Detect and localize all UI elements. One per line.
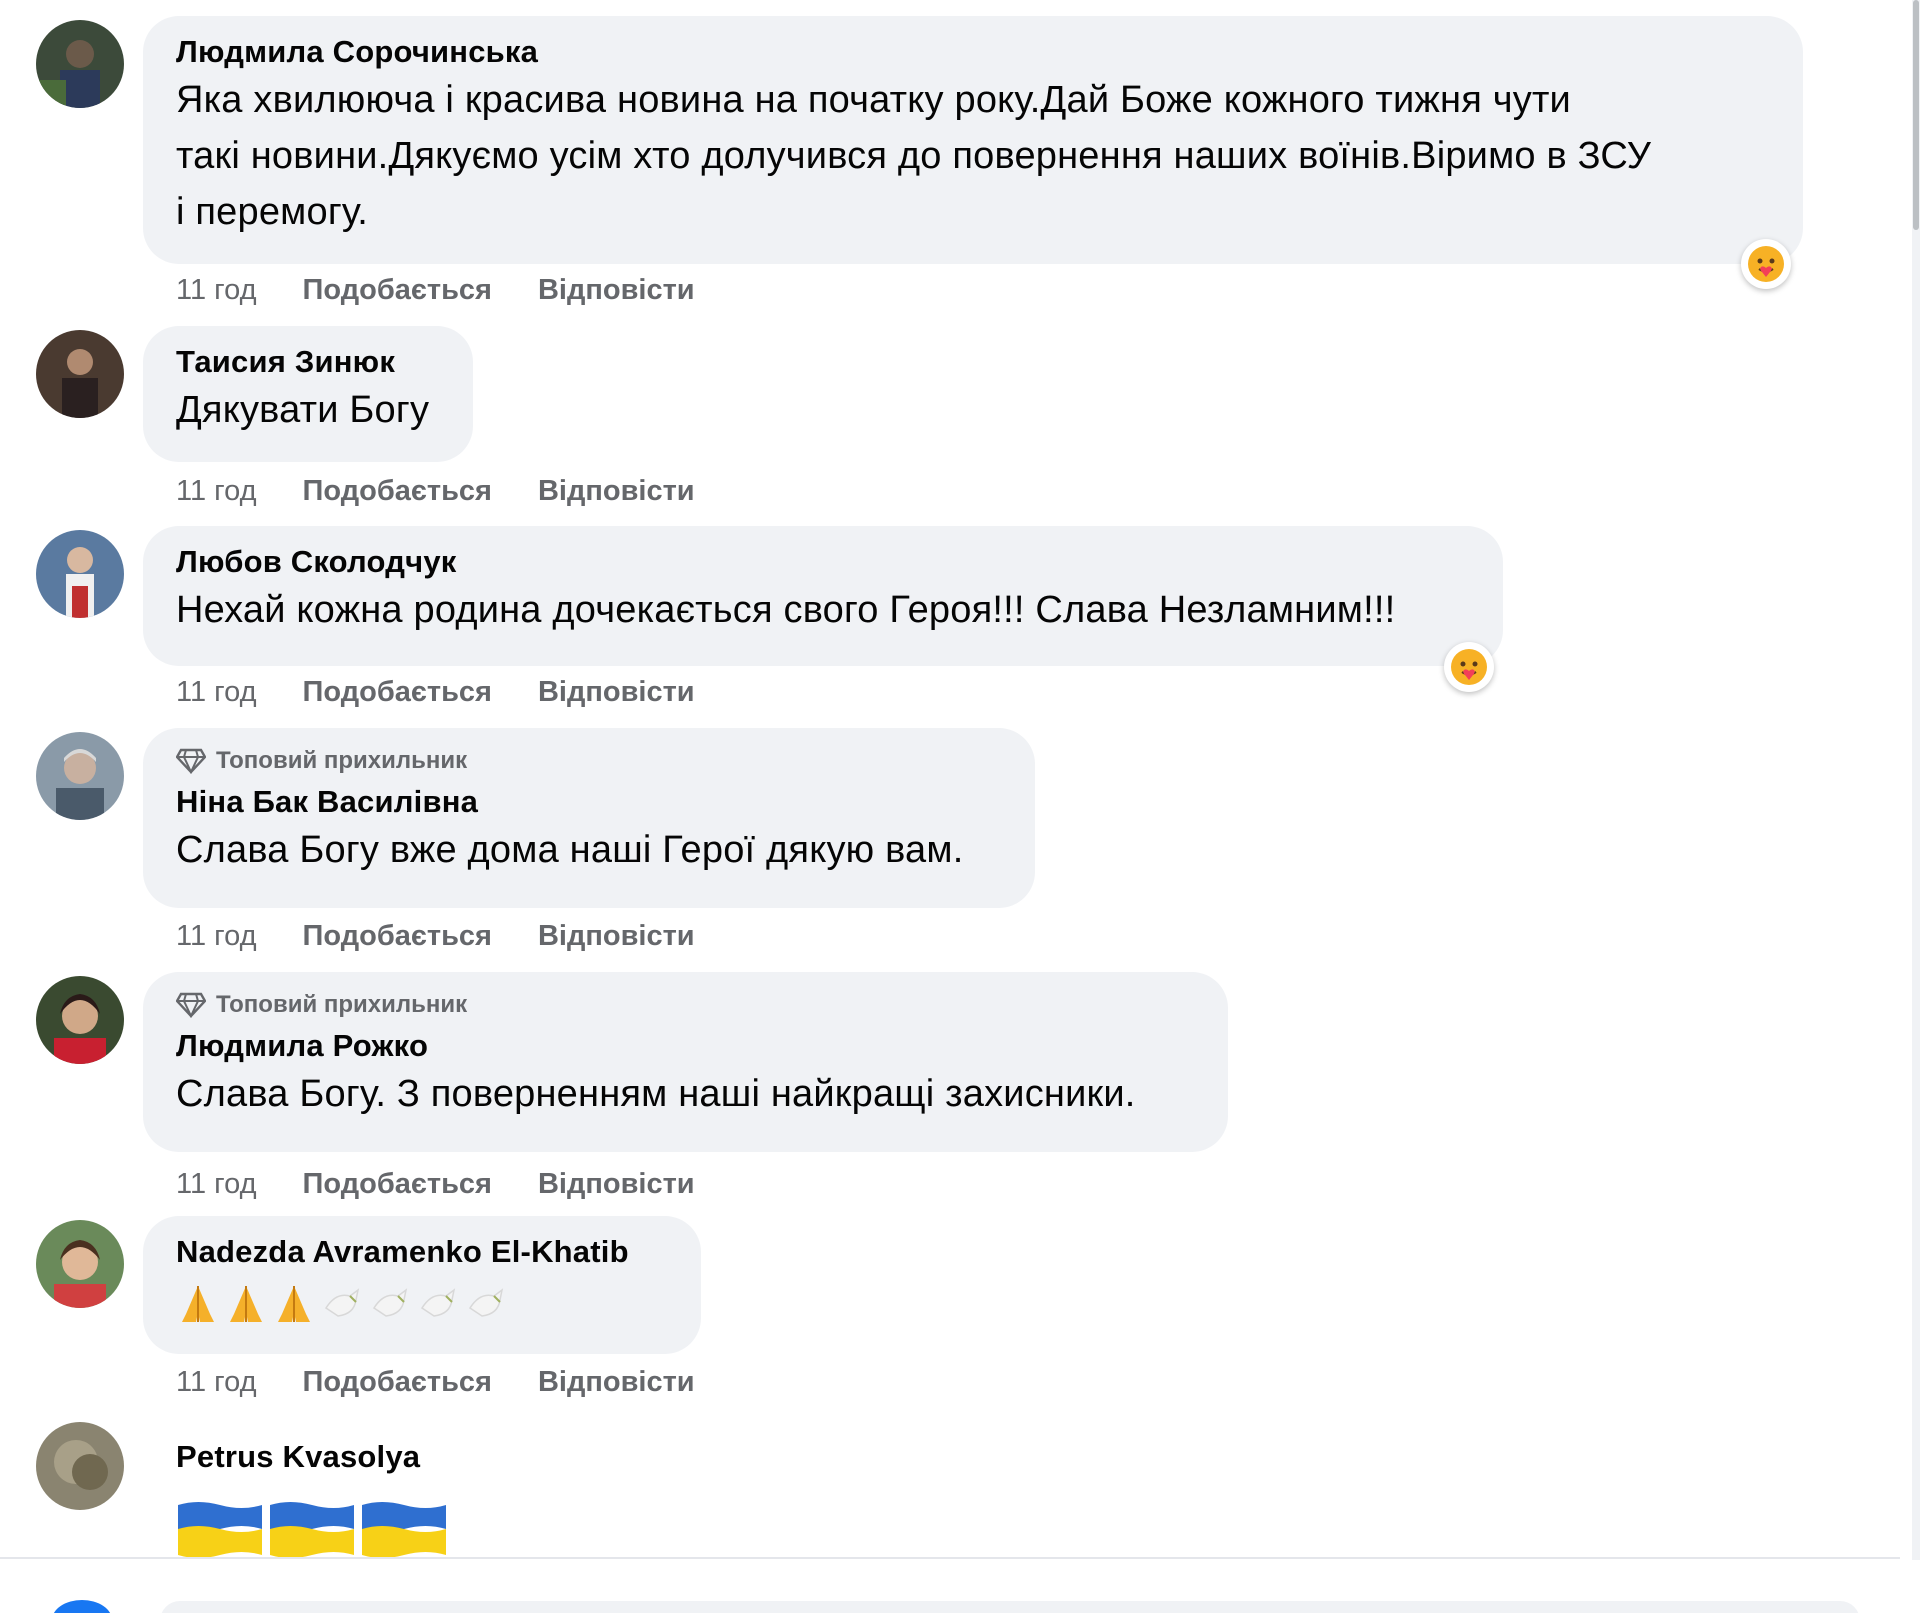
comment-bubble: Топовий прихильник Людмила Рожко Слава Б… [143, 972, 1228, 1152]
reply-button[interactable]: Відповісти [538, 270, 695, 310]
avatar[interactable] [36, 732, 124, 820]
ukraine-flag-icon [362, 1502, 446, 1558]
reply-button[interactable]: Відповісти [538, 471, 695, 511]
comment-bubble: Любов Сколодчук Нехай кожна родина дочек… [143, 526, 1503, 666]
author-name[interactable]: Petrus Kvasolya [176, 1437, 448, 1477]
author-name[interactable]: Людмила Рожко [176, 1026, 1195, 1066]
top-fan-badge[interactable]: Топовий прихильник [176, 988, 1195, 1022]
comment-text: Слава Богу. З поверненням наші найкращі … [176, 1073, 1136, 1115]
avatar[interactable] [36, 1422, 124, 1510]
folded-hands-icon [278, 1286, 310, 1322]
top-fan-badge[interactable]: Топовий прихильник [176, 744, 1002, 778]
diamond-icon [176, 992, 206, 1018]
author-name[interactable]: Таисия Зинюк [176, 342, 440, 382]
timestamp[interactable]: 11 год [176, 270, 257, 310]
diamond-icon [176, 748, 206, 774]
dove-icon [324, 1288, 360, 1317]
comment-text: Слава Богу вже дома наші Герої дякую вам… [176, 829, 964, 871]
care-reaction-icon[interactable] [1741, 239, 1791, 289]
timestamp[interactable]: 11 год [176, 471, 257, 511]
scrollbar[interactable] [1912, 0, 1920, 1560]
avatar[interactable] [36, 1220, 124, 1308]
timestamp[interactable]: 11 год [176, 1164, 257, 1204]
reply-button[interactable]: Відповісти [538, 1362, 695, 1402]
comment-actions: 11 год Подобається Відповісти [176, 672, 695, 712]
emoji-row [176, 1282, 668, 1326]
author-name[interactable]: Nadezda Avramenko El-Khatib [176, 1232, 668, 1272]
comment-actions: 11 год Подобається Відповісти [176, 1164, 695, 1204]
badge-label: Топовий прихильник [216, 747, 468, 774]
ukraine-flag-icon [178, 1502, 262, 1558]
timestamp[interactable]: 11 год [176, 672, 257, 712]
like-button[interactable]: Подобається [303, 916, 492, 956]
comment-bubble: Топовий прихильник Ніна Бак Василівна Сл… [143, 728, 1035, 908]
badge-label: Топовий прихильник [216, 991, 468, 1018]
like-button[interactable]: Подобається [303, 672, 492, 712]
emoji-row [176, 1499, 448, 1559]
comment-bubble: Nadezda Avramenko El-Khatib [143, 1216, 701, 1354]
dove-icon [372, 1288, 408, 1317]
like-button[interactable]: Подобається [303, 1164, 492, 1204]
avatar[interactable] [36, 20, 124, 108]
scrollbar-thumb[interactable] [1913, 0, 1919, 230]
comment-bubble [160, 1601, 1860, 1613]
comment-text: і перемогу. [176, 191, 369, 233]
reply-button[interactable]: Відповісти [538, 672, 695, 712]
care-reaction-icon[interactable] [1444, 642, 1494, 692]
timestamp[interactable]: 11 год [176, 916, 257, 956]
comment-text: Нехай кожна родина дочекається свого Гер… [176, 589, 1396, 631]
comment-actions: 11 год Подобається Відповісти [176, 471, 695, 511]
comment-actions: 11 год Подобається Відповісти [176, 270, 695, 310]
folded-hands-icon [230, 1286, 262, 1322]
comment-text: Дякувати Богу [176, 389, 430, 431]
ukraine-flag-icon [270, 1502, 354, 1558]
avatar[interactable] [36, 530, 124, 618]
dove-icon [420, 1288, 456, 1317]
reply-button[interactable]: Відповісти [538, 916, 695, 956]
divider [0, 1557, 1900, 1559]
comment-actions: 11 год Подобається Відповісти [176, 916, 695, 956]
comment-bubble: Людмила Сорочинська Яка хвилююча і краси… [143, 16, 1803, 264]
comment-body: Petrus Kvasolya [176, 1437, 448, 1559]
reply-button[interactable]: Відповісти [538, 1164, 695, 1204]
like-button[interactable]: Подобається [303, 270, 492, 310]
like-button[interactable]: Подобається [303, 1362, 492, 1402]
comment-actions: 11 год Подобається Відповісти [176, 1362, 695, 1402]
author-name[interactable]: Любов Сколодчук [176, 542, 1470, 582]
dove-icon [468, 1288, 504, 1317]
comment-text: Яка хвилююча і красива новина на початку… [176, 79, 1571, 121]
author-name[interactable]: Ніна Бак Василівна [176, 782, 1002, 822]
avatar[interactable] [36, 330, 124, 418]
folded-hands-icon [182, 1286, 214, 1322]
avatar[interactable] [36, 976, 124, 1064]
avatar[interactable] [52, 1600, 112, 1613]
author-name[interactable]: Людмила Сорочинська [176, 32, 1770, 72]
like-button[interactable]: Подобається [303, 471, 492, 511]
comments-page: Людмила Сорочинська Яка хвилююча і краси… [0, 0, 1920, 1613]
comment-bubble: Таисия Зинюк Дякувати Богу [143, 326, 473, 462]
comment-text: такі новини.Дякуємо усім хто долучився д… [176, 135, 1652, 177]
timestamp[interactable]: 11 год [176, 1362, 257, 1402]
